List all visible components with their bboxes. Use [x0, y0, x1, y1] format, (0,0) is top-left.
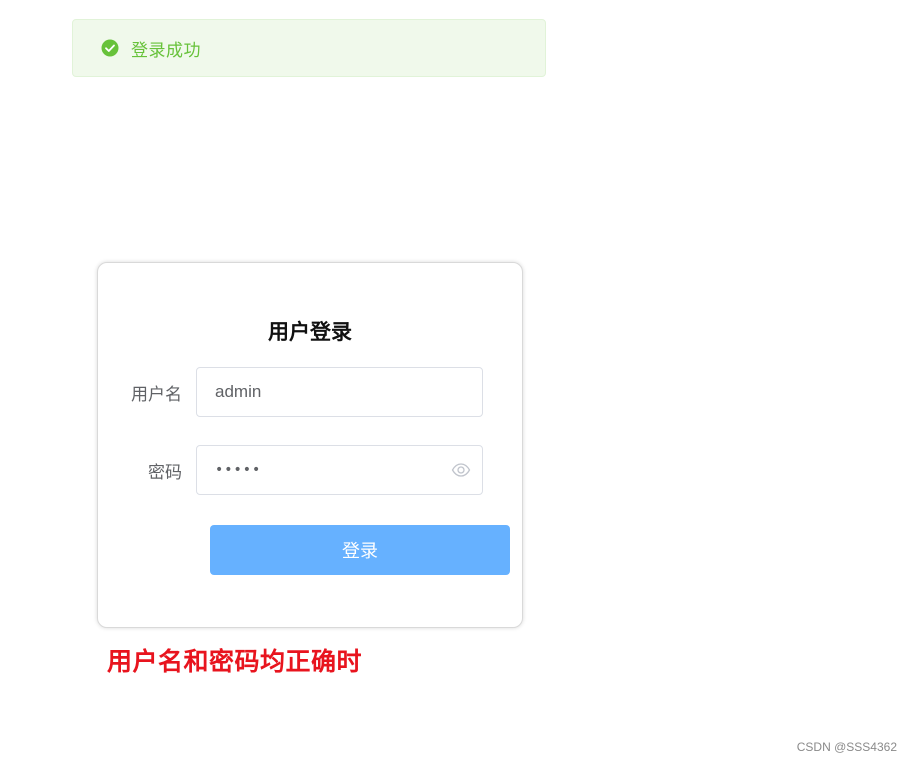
success-message: 登录成功 — [72, 19, 546, 77]
username-row: 用户名 admin — [98, 367, 483, 417]
login-title: 用户登录 — [268, 320, 352, 344]
password-row: 密码 ••••• — [98, 445, 483, 495]
username-label: 用户名 — [131, 384, 182, 405]
username-input[interactable]: admin — [196, 367, 483, 417]
annotation-text: 用户名和密码均正确时 — [107, 647, 363, 676]
watermark: CSDN @SSS4362 — [796, 740, 897, 754]
login-card: 用户登录 用户名 admin 密码 ••••• 登录 — [97, 262, 523, 628]
success-message-text: 登录成功 — [131, 40, 201, 61]
eye-icon[interactable] — [451, 461, 471, 479]
password-value: ••••• — [215, 462, 262, 478]
password-label: 密码 — [148, 462, 182, 483]
username-value: admin — [215, 382, 262, 401]
success-check-icon — [101, 39, 119, 57]
password-input[interactable]: ••••• — [196, 445, 483, 495]
login-button[interactable]: 登录 — [210, 525, 510, 575]
